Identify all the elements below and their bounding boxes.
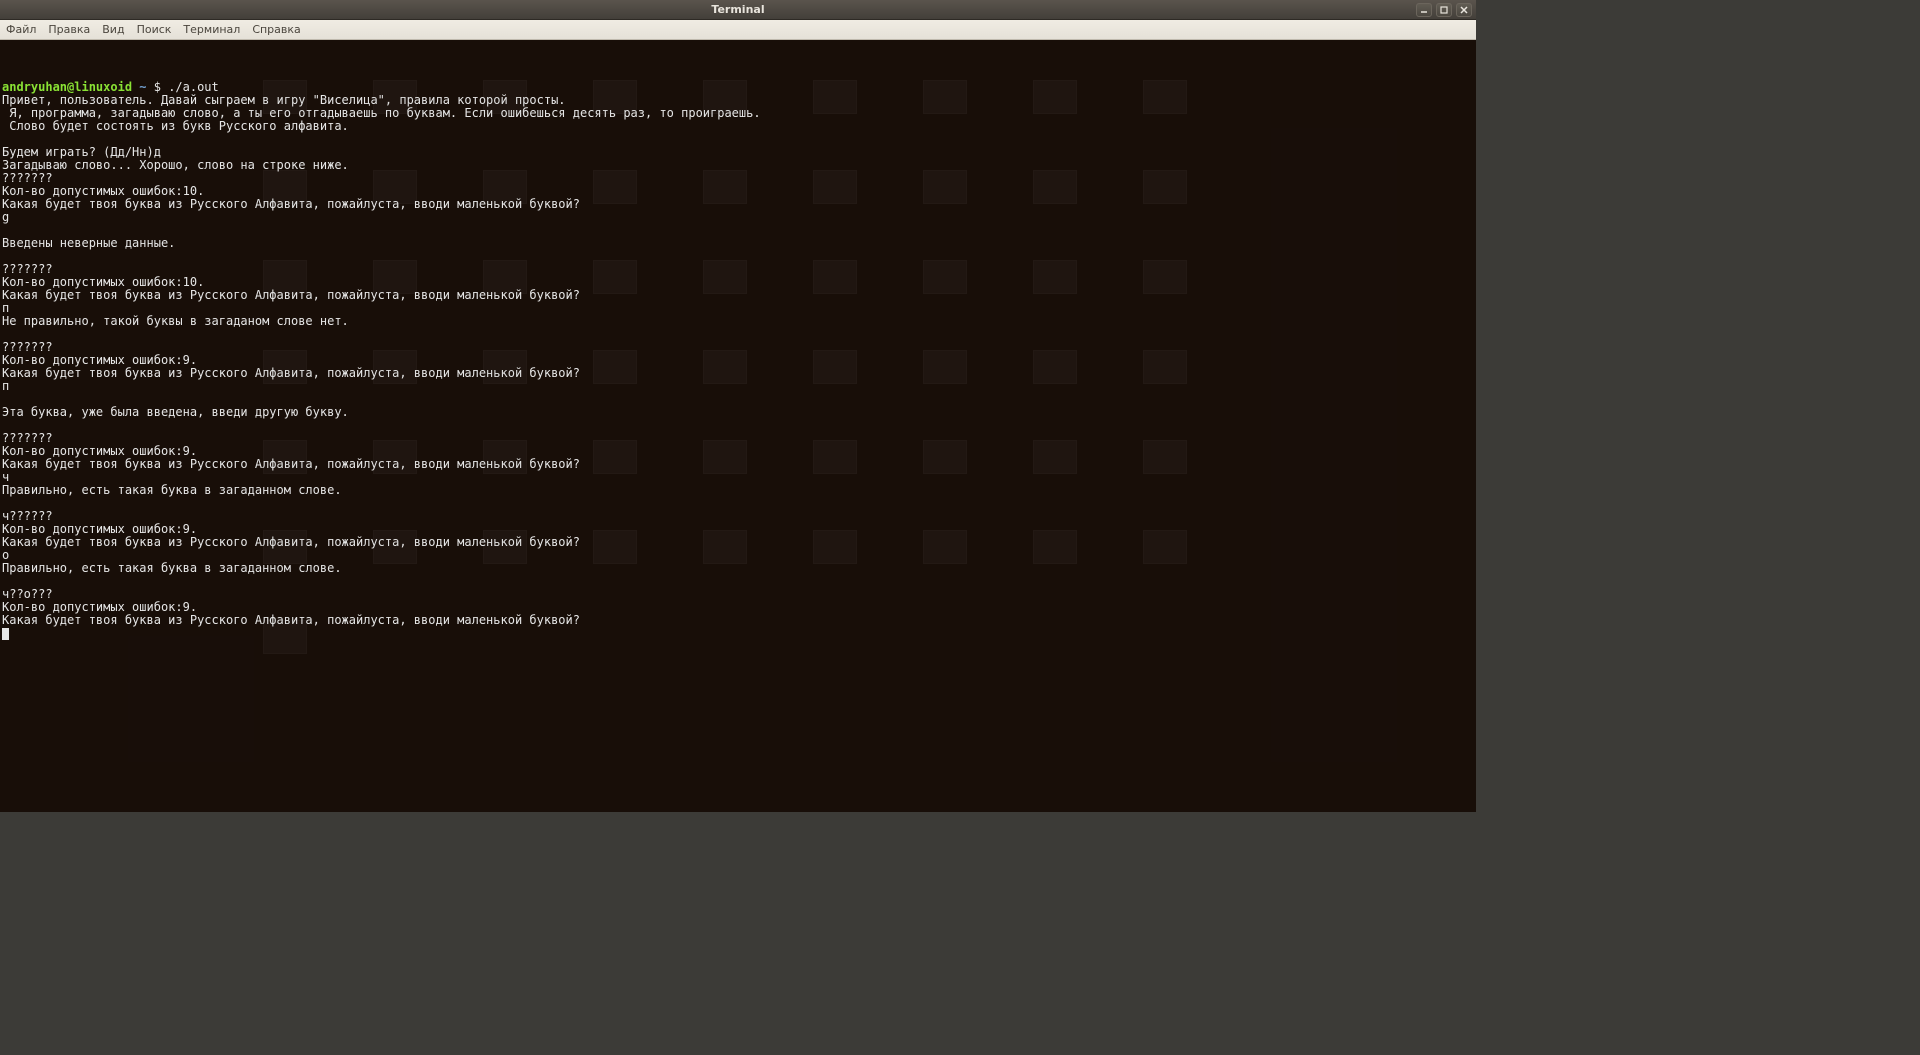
menu-search[interactable]: Поиск <box>137 23 172 36</box>
menu-terminal[interactable]: Терминал <box>183 23 240 36</box>
terminal-line: ч?????? <box>2 510 1474 523</box>
terminal-content: andryuhan@linuxoid ~ $ ./a.outПривет, по… <box>2 81 1474 640</box>
cursor-line <box>2 627 1474 640</box>
terminal-output[interactable]: andryuhan@linuxoid ~ $ ./a.outПривет, по… <box>0 40 1476 812</box>
close-icon <box>1459 5 1469 15</box>
terminal-line <box>2 419 1474 432</box>
terminal-line: Какая будет твоя буква из Русского Алфав… <box>2 367 1474 380</box>
terminal-line: Какая будет твоя буква из Русского Алфав… <box>2 289 1474 302</box>
maximize-icon <box>1439 5 1449 15</box>
terminal-line: Какая будет твоя буква из Русского Алфав… <box>2 198 1474 211</box>
terminal-line: ??????? <box>2 263 1474 276</box>
terminal-line <box>2 133 1474 146</box>
terminal-line <box>2 575 1474 588</box>
maximize-button[interactable] <box>1436 3 1452 17</box>
terminal-line <box>2 224 1474 237</box>
menu-help[interactable]: Справка <box>252 23 300 36</box>
menubar: Файл Правка Вид Поиск Терминал Справка <box>0 20 1476 40</box>
menu-file[interactable]: Файл <box>6 23 36 36</box>
terminal-line <box>2 497 1474 510</box>
terminal-line: Правильно, есть такая буква в загаданном… <box>2 562 1474 575</box>
terminal-line: Слово будет состоять из букв Русского ал… <box>2 120 1474 133</box>
terminal-line: Какая будет твоя буква из Русского Алфав… <box>2 458 1474 471</box>
text-cursor <box>2 628 9 640</box>
window-title: Terminal <box>711 3 764 16</box>
titlebar-buttons <box>1416 3 1476 17</box>
terminal-line: ??????? <box>2 172 1474 185</box>
terminal-line: Не правильно, такой буквы в загаданом сл… <box>2 315 1474 328</box>
terminal-line: Введены неверные данные. <box>2 237 1474 250</box>
terminal-line: ??????? <box>2 432 1474 445</box>
terminal-line: п <box>2 380 1474 393</box>
terminal-line: ч??о??? <box>2 588 1474 601</box>
minimize-button[interactable] <box>1416 3 1432 17</box>
terminal-line <box>2 328 1474 341</box>
menu-edit[interactable]: Правка <box>48 23 90 36</box>
titlebar[interactable]: Terminal <box>0 0 1476 20</box>
terminal-line: ??????? <box>2 341 1474 354</box>
minimize-icon <box>1419 5 1429 15</box>
terminal-line: g <box>2 211 1474 224</box>
terminal-line: Эта буква, уже была введена, введи другу… <box>2 406 1474 419</box>
terminal-line: Какая будет твоя буква из Русского Алфав… <box>2 614 1474 627</box>
close-button[interactable] <box>1456 3 1472 17</box>
terminal-line: Правильно, есть такая буква в загаданном… <box>2 484 1474 497</box>
terminal-line <box>2 250 1474 263</box>
terminal-line: Загадываю слово... Хорошо, слово на стро… <box>2 159 1474 172</box>
menu-view[interactable]: Вид <box>102 23 124 36</box>
terminal-line: Какая будет твоя буква из Русского Алфав… <box>2 536 1474 549</box>
terminal-window: Terminal Файл Правка Вид Поиск Терминал … <box>0 0 1476 812</box>
